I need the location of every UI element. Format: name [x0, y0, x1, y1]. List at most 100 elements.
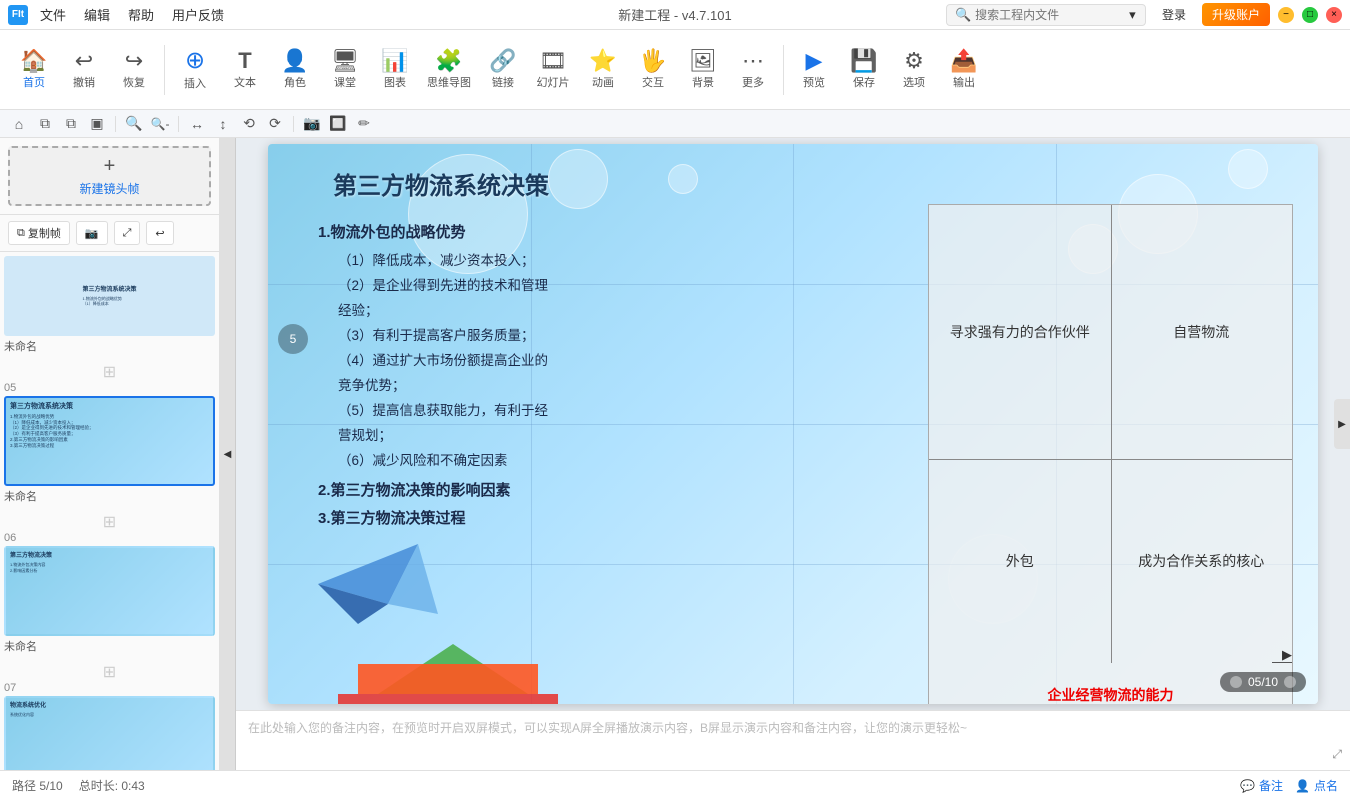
matrix-cell-top-left: 寻求强有力的合作伙伴: [929, 205, 1111, 459]
toolbar-animation[interactable]: ⭐ 动画: [579, 46, 627, 94]
maximize-button[interactable]: □: [1302, 7, 1318, 23]
menu-help[interactable]: 帮助: [120, 3, 162, 26]
home-icon: 🏠: [20, 50, 47, 72]
points-tool[interactable]: 👤 点名: [1295, 777, 1338, 794]
minimize-button[interactable]: −: [1278, 7, 1294, 23]
spacer-icon-1: ⊞: [103, 362, 116, 382]
toolbar-options[interactable]: ⚙ 选项: [890, 46, 938, 94]
fit-height-btn[interactable]: ↕: [212, 113, 234, 135]
slide-text-content[interactable]: 1.物流外包的战略优势 （1）降低成本，减少资本投入； （2）是企业得到先进的技…: [318, 219, 808, 533]
toolbar-insert[interactable]: ⊕ 插入: [171, 45, 219, 95]
close-button[interactable]: ×: [1326, 7, 1342, 23]
toolbar-classroom[interactable]: 🖥 课堂: [321, 46, 369, 94]
interact-icon: 🖐: [639, 50, 666, 72]
chart-icon: 📊: [381, 50, 408, 72]
toolbar-interact[interactable]: 🖐 交互: [629, 46, 677, 94]
toolbar-character[interactable]: 👤 角色: [271, 46, 319, 94]
toolbar-preview[interactable]: ▶ 预览: [790, 46, 838, 94]
rotate-right-btn[interactable]: ⟳: [264, 113, 286, 135]
toolbar-mindmap[interactable]: 🧩 思维导图: [421, 46, 477, 94]
expand-icon: ⤢: [123, 227, 132, 240]
home-icon-btn[interactable]: ⌂: [8, 113, 30, 135]
slide-canvas[interactable]: 5 第三方物流系统决策 1.物流外包的战略优势 （1）降低成本，减少资本投入； …: [268, 144, 1318, 704]
search-input[interactable]: [975, 8, 1125, 22]
comment-tool[interactable]: 💬 备注: [1240, 777, 1283, 794]
toolbar-save[interactable]: 💾 保存: [840, 46, 888, 94]
slide-item-07[interactable]: 07 物流系统优化 系统优化内容 未命名: [4, 682, 215, 770]
toolbar-redo[interactable]: ↪ 恢复: [110, 46, 158, 94]
points-label: 点名: [1314, 777, 1338, 794]
zoom-out-btn[interactable]: 🔍-: [149, 113, 171, 135]
search-dropdown-icon[interactable]: ▾: [1129, 7, 1136, 23]
toolbar-more[interactable]: ⋯ 更多: [729, 46, 777, 94]
screenshot-btn[interactable]: 📷: [301, 113, 323, 135]
toolbar-bg[interactable]: 🖼 背景: [679, 46, 727, 94]
toolbar-redo-label: 恢复: [123, 74, 145, 90]
expand-tool-btn[interactable]: ⤢: [114, 221, 141, 245]
slide-number-06: 06: [4, 532, 215, 544]
slide-thumb-06[interactable]: 第三方物流决策 1.物流外包决策内容2.影响因素分析: [4, 546, 215, 636]
edit-btn[interactable]: ✏: [353, 113, 375, 135]
menu-edit[interactable]: 编辑: [76, 3, 118, 26]
camera-btn[interactable]: 📷: [76, 221, 108, 245]
toolbar-text[interactable]: T 文本: [221, 46, 269, 94]
slide-title[interactable]: 第三方物流系统决策: [333, 166, 549, 201]
preview-icon: ▶: [806, 50, 823, 72]
icon-toolbar-sep3: [293, 116, 294, 132]
menu-feedback[interactable]: 用户反馈: [164, 3, 232, 26]
icon-toolbar-sep1: [115, 116, 116, 132]
fit-width-btn[interactable]: ↔: [186, 113, 208, 135]
toolbar-slide[interactable]: 🎞 幻灯片: [529, 46, 577, 94]
canvas-wrapper[interactable]: 5 第三方物流系统决策 1.物流外包的战略优势 （1）降低成本，减少资本投入； …: [236, 138, 1350, 710]
save-icon: 💾: [850, 50, 877, 72]
toolbar-preview-label: 预览: [803, 74, 825, 90]
login-button[interactable]: 登录: [1154, 4, 1194, 25]
plus-icon: +: [104, 155, 116, 178]
search-icon: 🔍: [955, 7, 971, 23]
rotate-tool-btn[interactable]: ↩: [146, 221, 173, 245]
slide-item-06[interactable]: 06 第三方物流决策 1.物流外包决策内容2.影响因素分析 未命名: [4, 532, 215, 654]
classroom-icon: 🖥: [331, 50, 359, 72]
toolbar-undo[interactable]: ↩ 撤销: [60, 46, 108, 94]
toolbar-link[interactable]: 🔗 链接: [479, 46, 527, 94]
slide-spacer-3: ⊞: [4, 662, 215, 682]
search-box[interactable]: 🔍 ▾: [946, 4, 1146, 26]
toolbar-text-label: 文本: [234, 74, 256, 90]
toolbar-export[interactable]: 📤 输出: [940, 46, 988, 94]
new-frame-button[interactable]: + 新建镜头帧: [8, 146, 211, 206]
toolbar-slide-label: 幻灯片: [537, 74, 570, 90]
export-icon: 📤: [950, 50, 977, 72]
content-line-6b: 营规划；: [338, 424, 808, 449]
slide-item-05[interactable]: 05 第三方物流系统决策 1.物流外包的战略优势（1）降低成本，减少资本投入；（…: [4, 382, 215, 504]
toolbar-save-label: 保存: [853, 74, 875, 90]
duplicate-icon-btn[interactable]: ⧉: [60, 113, 82, 135]
toolbar-classroom-label: 课堂: [334, 74, 356, 90]
right-collapse-button[interactable]: ▶: [1334, 399, 1350, 449]
toolbar-chart[interactable]: 📊 图表: [371, 46, 419, 94]
slide-num-circle: 5: [278, 324, 308, 354]
slide-thumb-07[interactable]: 物流系统优化 系统优化内容: [4, 696, 215, 770]
content-line-5b: 竞争优势；: [338, 374, 808, 399]
zoom-in-btn[interactable]: 🔍: [123, 113, 145, 135]
slide-item-placeholder[interactable]: 第三方物流系统决策 1.物流外包的战略优势（1）降低成本 未命名: [4, 256, 215, 354]
content-line-5: （4）通过扩大市场份额提高企业的: [338, 349, 808, 374]
rotate-left-btn[interactable]: ⟲: [238, 113, 260, 135]
notes-area[interactable]: 在此处输入您的备注内容，在预览时开启双屏模式，可以实现A屏全屏播放演示内容，B屏…: [236, 710, 1350, 770]
matrix-container[interactable]: ▶ 寻求强有力的合作伙伴 自营物流 外包 成为合作关系的核心: [928, 204, 1293, 704]
menu-file[interactable]: 文件: [32, 3, 74, 26]
copy-icon-btn[interactable]: ⧉: [34, 113, 56, 135]
comment-icon: 💬: [1240, 779, 1255, 793]
content-line-3b: 经验；: [338, 299, 808, 324]
slide-thumb-05[interactable]: 第三方物流系统决策 1.物流外包的战略优势（1）降低成本，减少资本投入；（2）是…: [4, 396, 215, 486]
sidebar-collapse-button[interactable]: ◀: [220, 138, 236, 770]
bg-icon: 🖼: [689, 50, 717, 72]
slide-spacer-1: ⊞: [4, 362, 215, 382]
copy-frame-btn[interactable]: ⧉ 复制帧: [8, 221, 70, 245]
sidebar: + 新建镜头帧 ⧉ 复制帧 📷 ⤢ ↩ 第三: [0, 138, 220, 770]
selection-btn[interactable]: 🔲: [327, 113, 349, 135]
notes-expand-icon[interactable]: ⤢: [1332, 747, 1342, 762]
toolbar-home[interactable]: 🏠 首页: [10, 46, 58, 94]
title-bar-left: FIt 文件 编辑 帮助 用户反馈: [8, 3, 232, 26]
upgrade-button[interactable]: 升级账户: [1202, 3, 1270, 26]
frame-icon-btn[interactable]: ▣: [86, 113, 108, 135]
